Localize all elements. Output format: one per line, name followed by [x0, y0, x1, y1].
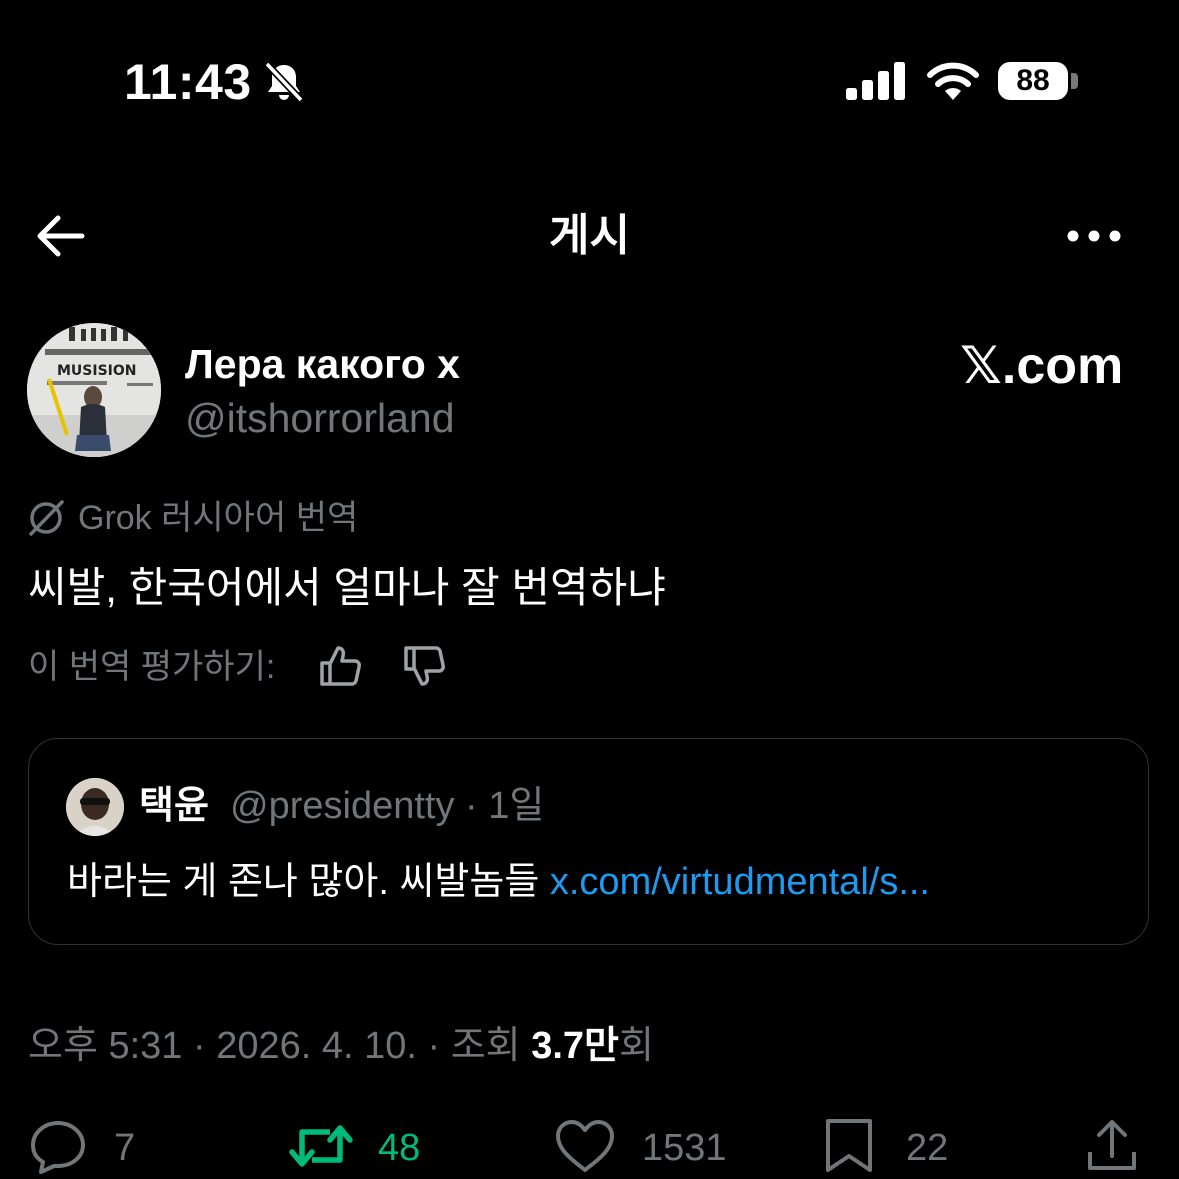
battery-cap	[1071, 73, 1078, 89]
quote-link[interactable]: x.com/virtudmental/s...	[550, 861, 930, 903]
quote-body: 바라는 게 존나 많아. 씨발놈들	[67, 861, 550, 903]
bell-slash-icon	[264, 61, 304, 103]
repost-count: 48	[378, 1127, 421, 1169]
bookmark-count: 22	[906, 1127, 949, 1169]
page-title: 게시	[549, 211, 630, 260]
reply-icon[interactable]	[28, 1118, 88, 1174]
status-time: 11:43	[124, 54, 252, 110]
post-meta: 오후 5:31 · 2026. 4. 10. · 조회 3.7만회	[28, 1020, 654, 1072]
more-horizontal-icon[interactable]	[1064, 222, 1124, 250]
share-icon[interactable]	[1084, 1118, 1140, 1174]
post-text: 씨발, 한국어에서 얼마나 잘 번역하냐	[28, 564, 666, 611]
rate-translation-label: 이 번역 평가하기:	[28, 648, 276, 686]
quoted-post-card[interactable]	[28, 738, 1149, 945]
translation-label: Grok 러시아어 번역	[78, 499, 359, 537]
view-count: 3.7만	[531, 1025, 619, 1067]
repost-icon[interactable]	[288, 1118, 354, 1174]
reply-count: 7	[114, 1127, 136, 1169]
wifi-icon	[927, 62, 979, 100]
grok-icon	[29, 500, 64, 536]
author-handle[interactable]: @itshorrorland	[185, 392, 455, 444]
author-avatar[interactable]: MUSISION	[27, 323, 161, 457]
quote-author-meta: @presidentty · 1일	[230, 785, 545, 827]
quote-author-avatar[interactable]	[66, 778, 124, 836]
thumbs-up-icon[interactable]	[318, 644, 362, 688]
avatar-sign-text: MUSISION	[57, 363, 137, 379]
bookmark-icon[interactable]	[824, 1118, 874, 1174]
quote-text: 바라는 게 존나 많아. 씨발놈들 x.com/virtudmental/s..…	[67, 856, 930, 908]
view-suffix: 회	[618, 1025, 654, 1067]
like-count: 1531	[642, 1127, 727, 1169]
thumbs-down-icon[interactable]	[402, 644, 446, 688]
cellular-signal-icon	[846, 62, 905, 100]
timestamp: 오후 5:31 · 2026. 4. 10. · 조회	[28, 1025, 532, 1067]
source-label: 𝕏.com	[960, 337, 1124, 395]
battery-icon: 88	[998, 62, 1068, 100]
author-name[interactable]: Лера какого х	[185, 338, 460, 390]
quote-author-name[interactable]: 택윤	[139, 780, 209, 832]
like-icon[interactable]	[554, 1118, 616, 1174]
